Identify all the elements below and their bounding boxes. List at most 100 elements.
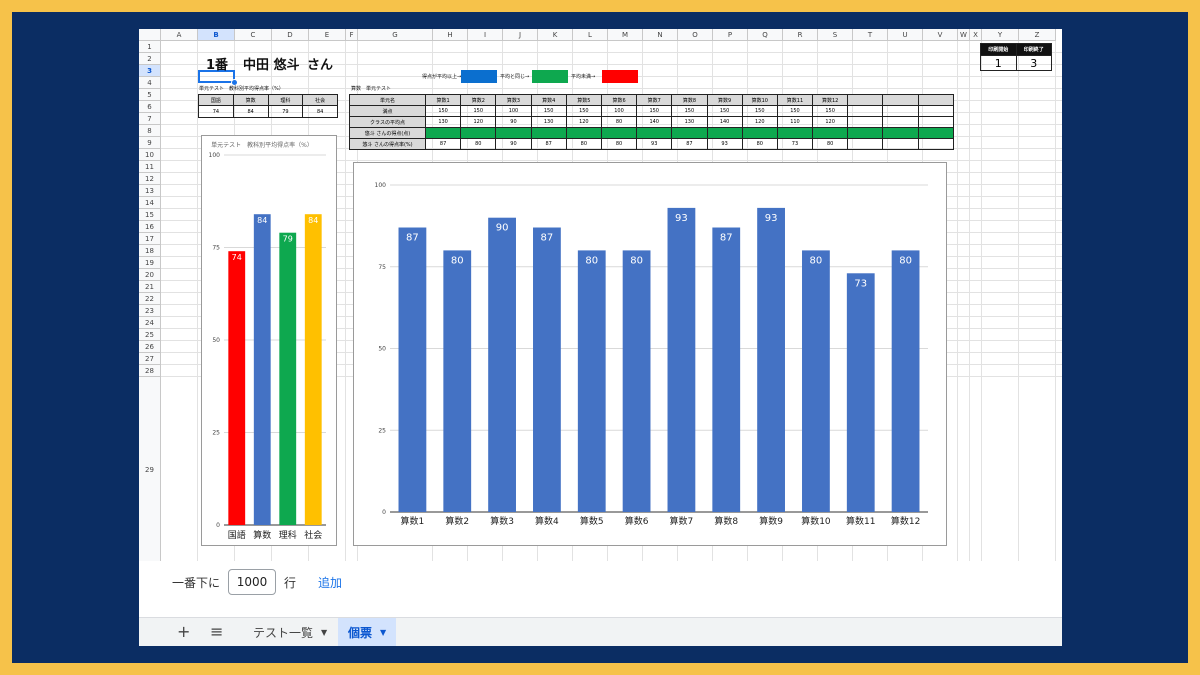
column-header-F[interactable]: F xyxy=(346,29,358,41)
unit-data-cell[interactable]: 算数2 xyxy=(460,94,497,106)
row-header-21[interactable]: 21 xyxy=(139,281,161,293)
column-header-K[interactable]: K xyxy=(538,29,573,41)
unit-row-label[interactable]: クラスの平均点 xyxy=(349,116,426,128)
select-all-corner[interactable] xyxy=(139,29,161,41)
column-header-O[interactable]: O xyxy=(678,29,713,41)
subject-value-cell[interactable]: 84 xyxy=(232,105,269,118)
row-header-1[interactable]: 1 xyxy=(139,41,161,53)
unit-data-cell[interactable]: 算数8 xyxy=(671,94,708,106)
row-header-14[interactable]: 14 xyxy=(139,197,161,209)
column-header-D[interactable]: D xyxy=(272,29,309,41)
unit-data-cell[interactable]: 80 xyxy=(600,138,638,150)
unit-data-cell[interactable]: 140 xyxy=(706,116,743,128)
unit-data-cell[interactable]: 93 xyxy=(706,138,743,150)
column-header-I[interactable]: I xyxy=(468,29,503,41)
column-header-Q[interactable]: Q xyxy=(748,29,783,41)
row-header-13[interactable]: 13 xyxy=(139,185,161,197)
unit-data-cell[interactable] xyxy=(917,105,955,117)
row-header-27[interactable]: 27 xyxy=(139,353,161,365)
column-header-M[interactable]: M xyxy=(608,29,643,41)
unit-data-cell[interactable]: 130 xyxy=(530,116,567,128)
subject-value-cell[interactable]: 74 xyxy=(198,105,234,118)
subject-chart-frame[interactable]: 単元テスト 教科別平均得点率（%） 0 25 50 75 100 74 国語 84 算数 79 理科 8… xyxy=(201,135,337,546)
column-header-S[interactable]: S xyxy=(818,29,853,41)
tab-test-list[interactable]: テスト一覧 ▼ xyxy=(243,618,337,646)
unit-data-cell[interactable] xyxy=(706,127,743,139)
subject-value-cell[interactable]: 84 xyxy=(302,105,338,118)
subject-value-cell[interactable]: 79 xyxy=(267,105,304,118)
unit-data-cell[interactable]: 120 xyxy=(812,116,849,128)
unit-data-cell[interactable]: 100 xyxy=(600,105,638,117)
unit-data-cell[interactable]: 90 xyxy=(495,116,532,128)
row-header-28[interactable]: 28 xyxy=(139,365,161,377)
unit-data-cell[interactable]: 算数11 xyxy=(776,94,814,106)
unit-data-cell[interactable]: 150 xyxy=(776,105,814,117)
row-header-11[interactable]: 11 xyxy=(139,161,161,173)
row-header-22[interactable]: 22 xyxy=(139,293,161,305)
column-header-L[interactable]: L xyxy=(573,29,608,41)
unit-data-cell[interactable]: 150 xyxy=(812,105,849,117)
unit-data-cell[interactable]: 80 xyxy=(565,138,602,150)
row-header-3[interactable]: 3 xyxy=(139,65,161,77)
column-header-G[interactable]: G xyxy=(358,29,433,41)
unit-data-cell[interactable]: 150 xyxy=(530,105,567,117)
unit-data-cell[interactable] xyxy=(671,127,708,139)
subject-header-cell[interactable]: 理科 xyxy=(267,94,304,106)
unit-data-cell[interactable] xyxy=(882,138,919,150)
unit-data-cell[interactable]: 130 xyxy=(671,116,708,128)
unit-data-cell[interactable] xyxy=(460,127,497,139)
unit-data-cell[interactable] xyxy=(847,138,884,150)
row-header-29[interactable]: 29 xyxy=(139,377,161,563)
unit-data-cell[interactable]: 算数4 xyxy=(530,94,567,106)
unit-data-cell[interactable] xyxy=(530,127,567,139)
column-header-J[interactable]: J xyxy=(503,29,538,41)
column-header-P[interactable]: P xyxy=(713,29,748,41)
unit-data-cell[interactable] xyxy=(847,127,884,139)
unit-data-cell[interactable] xyxy=(741,127,778,139)
unit-data-cell[interactable]: 算数7 xyxy=(636,94,673,106)
row-header-2[interactable]: 2 xyxy=(139,53,161,65)
unit-row-label[interactable]: 悠斗 さんの得点(点) xyxy=(349,127,426,139)
unit-data-cell[interactable]: 算数12 xyxy=(812,94,849,106)
unit-data-cell[interactable]: 80 xyxy=(812,138,849,150)
column-header-U[interactable]: U xyxy=(888,29,923,41)
column-header-R[interactable]: R xyxy=(783,29,818,41)
unit-data-cell[interactable]: 150 xyxy=(460,105,497,117)
unit-row-label[interactable]: 悠斗 さんの得点率(%) xyxy=(349,138,426,150)
column-header-Z[interactable]: Z xyxy=(1019,29,1056,41)
unit-data-cell[interactable] xyxy=(882,105,919,117)
print-end-value[interactable]: 3 xyxy=(1015,55,1052,71)
unit-data-cell[interactable] xyxy=(776,127,814,139)
unit-data-cell[interactable]: 93 xyxy=(636,138,673,150)
unit-data-cell[interactable] xyxy=(917,138,955,150)
unit-data-cell[interactable] xyxy=(495,127,532,139)
chevron-down-icon[interactable]: ▼ xyxy=(380,628,386,637)
unit-data-cell[interactable] xyxy=(636,127,673,139)
unit-data-cell[interactable] xyxy=(565,127,602,139)
row-header-25[interactable]: 25 xyxy=(139,329,161,341)
unit-data-cell[interactable]: 120 xyxy=(741,116,778,128)
row-header-26[interactable]: 26 xyxy=(139,341,161,353)
unit-data-cell[interactable]: 90 xyxy=(495,138,532,150)
row-header-8[interactable]: 8 xyxy=(139,125,161,137)
unit-data-cell[interactable]: 150 xyxy=(565,105,602,117)
all-sheets-menu-icon[interactable]: ≡ xyxy=(210,623,223,641)
unit-data-cell[interactable] xyxy=(917,94,955,106)
unit-data-cell[interactable] xyxy=(917,116,955,128)
unit-data-cell[interactable] xyxy=(882,116,919,128)
row-header-16[interactable]: 16 xyxy=(139,221,161,233)
unit-data-cell[interactable]: 100 xyxy=(495,105,532,117)
unit-data-cell[interactable]: 80 xyxy=(741,138,778,150)
unit-data-cell[interactable]: 150 xyxy=(741,105,778,117)
row-header-17[interactable]: 17 xyxy=(139,233,161,245)
unit-chart-frame[interactable]: 0 25 50 75 100 87 算数1 80 算数2 90 算数3 87 算数4 80 算数5 80 算数6… xyxy=(353,162,947,546)
add-rows-button[interactable]: 追加 xyxy=(318,574,342,591)
unit-data-cell[interactable]: 算数9 xyxy=(706,94,743,106)
unit-data-cell[interactable]: 150 xyxy=(424,105,462,117)
column-header-V[interactable]: V xyxy=(923,29,958,41)
row-header-20[interactable]: 20 xyxy=(139,269,161,281)
row-header-4[interactable]: 4 xyxy=(139,77,161,89)
print-start-value[interactable]: 1 xyxy=(980,55,1017,71)
unit-data-cell[interactable]: 120 xyxy=(460,116,497,128)
column-header-H[interactable]: H xyxy=(433,29,468,41)
